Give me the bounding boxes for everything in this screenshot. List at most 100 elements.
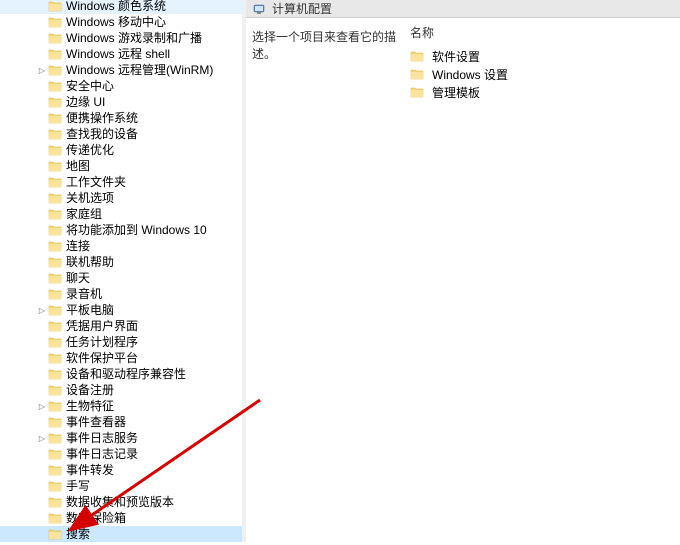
tree-item[interactable]: 设备和驱动程序兼容性 xyxy=(0,366,242,382)
folder-icon xyxy=(48,240,62,252)
folder-icon xyxy=(48,464,62,476)
tree-item-label: 数字保险箱 xyxy=(66,510,126,526)
folder-icon xyxy=(410,50,424,62)
tree-item-label: 凭据用户界面 xyxy=(66,318,138,334)
tree-item[interactable]: 关机选项 xyxy=(0,190,242,206)
tree-item[interactable]: ▷ 平板电脑 xyxy=(0,302,242,318)
tree-item-label: 搜索 xyxy=(66,526,90,542)
tree-item-label: 事件日志服务 xyxy=(66,430,138,446)
folder-icon xyxy=(48,112,62,124)
folder-icon xyxy=(48,80,62,92)
expander-icon[interactable]: ▷ xyxy=(36,432,48,444)
tree-item-label: 连接 xyxy=(66,238,90,254)
tree-item[interactable]: 搜索 xyxy=(0,526,242,542)
folder-icon xyxy=(48,48,62,60)
folder-icon xyxy=(48,160,62,172)
folder-icon xyxy=(48,496,62,508)
tree-item[interactable]: 传递优化 xyxy=(0,142,242,158)
description-column: 选择一个项目来查看它的描述。 xyxy=(246,18,408,542)
tree-item[interactable]: 数据收集和预览版本 xyxy=(0,494,242,510)
folder-icon xyxy=(48,32,62,44)
tree-pane[interactable]: Windows 可靠性分析Windows 客户体验改善计划Windows 日历W… xyxy=(0,0,242,542)
tree-item-label: 家庭组 xyxy=(66,206,102,222)
content-header-title: 计算机配置 xyxy=(272,0,332,17)
tree-item[interactable]: 软件保护平台 xyxy=(0,350,242,366)
expander-icon[interactable]: ▷ xyxy=(36,304,48,316)
folder-icon xyxy=(48,96,62,108)
folder-icon xyxy=(48,224,62,236)
tree-item-label: Windows 游戏录制和广播 xyxy=(66,30,202,46)
tree-item-label: 传递优化 xyxy=(66,142,114,158)
folder-icon xyxy=(48,192,62,204)
tree-item-label: Windows 移动中心 xyxy=(66,14,166,30)
tree-item[interactable]: ▷Windows 远程管理(WinRM) xyxy=(0,62,242,78)
folder-icon xyxy=(48,304,62,316)
expander-icon[interactable]: ▷ xyxy=(36,400,48,412)
tree-item-label: 聊天 xyxy=(66,270,90,286)
folder-icon xyxy=(48,16,62,28)
folder-icon xyxy=(48,320,62,332)
folder-icon xyxy=(48,0,62,12)
tree-item[interactable]: 任务计划程序 xyxy=(0,334,242,350)
content-header: 计算机配置 xyxy=(246,0,680,18)
folder-icon xyxy=(48,528,62,540)
list-item[interactable]: Windows 设置 xyxy=(408,65,680,83)
folder-icon xyxy=(48,432,62,444)
tree-item-label: 手写 xyxy=(66,478,90,494)
tree-item-label: 平板电脑 xyxy=(66,302,114,318)
list-item-label: Windows 设置 xyxy=(432,66,508,83)
tree-item[interactable]: 事件日志记录 xyxy=(0,446,242,462)
column-header-name[interactable]: 名称 xyxy=(408,24,680,47)
tree-item-label: 工作文件夹 xyxy=(66,174,126,190)
tree-item-label: 查找我的设备 xyxy=(66,126,138,142)
expander-icon[interactable]: ▷ xyxy=(36,64,48,76)
tree-item-label: 事件转发 xyxy=(66,462,114,478)
folder-icon xyxy=(48,416,62,428)
tree-item-label: 便携操作系统 xyxy=(66,110,138,126)
tree-item[interactable]: 连接 xyxy=(0,238,242,254)
tree-item-label: Windows 颜色系统 xyxy=(66,0,166,14)
tree-item[interactable]: 录音机 xyxy=(0,286,242,302)
tree-item[interactable]: 事件转发 xyxy=(0,462,242,478)
list-item-label: 软件设置 xyxy=(432,48,480,65)
tree-item[interactable]: 凭据用户界面 xyxy=(0,318,242,334)
tree-item[interactable]: 聊天 xyxy=(0,270,242,286)
tree-item[interactable]: 手写 xyxy=(0,478,242,494)
tree-item[interactable]: Windows 游戏录制和广播 xyxy=(0,30,242,46)
tree-item[interactable]: 事件查看器 xyxy=(0,414,242,430)
list-item[interactable]: 管理模板 xyxy=(408,83,680,101)
tree-item[interactable]: 地图 xyxy=(0,158,242,174)
tree-item-label: 将功能添加到 Windows 10 xyxy=(66,222,207,238)
tree-item[interactable]: 安全中心 xyxy=(0,78,242,94)
tree-item[interactable]: 联机帮助 xyxy=(0,254,242,270)
tree-item[interactable]: 数字保险箱 xyxy=(0,510,242,526)
tree-item-label: 关机选项 xyxy=(66,190,114,206)
tree-item[interactable]: 边缘 UI xyxy=(0,94,242,110)
tree-item[interactable]: 将功能添加到 Windows 10 xyxy=(0,222,242,238)
tree-item-label: 安全中心 xyxy=(66,78,114,94)
tree-item[interactable]: Windows 颜色系统 xyxy=(0,0,242,14)
folder-icon xyxy=(48,352,62,364)
tree-item-label: 生物特征 xyxy=(66,398,114,414)
tree-item[interactable]: Windows 移动中心 xyxy=(0,14,242,30)
tree-item[interactable]: ▷ 生物特征 xyxy=(0,398,242,414)
folder-icon xyxy=(48,256,62,268)
description-text: 选择一个项目来查看它的描述。 xyxy=(252,30,396,61)
tree-item-label: 事件查看器 xyxy=(66,414,126,430)
tree-item[interactable]: 家庭组 xyxy=(0,206,242,222)
tree-item[interactable]: 便携操作系统 xyxy=(0,110,242,126)
tree-item[interactable]: 查找我的设备 xyxy=(0,126,242,142)
tree-item[interactable]: 工作文件夹 xyxy=(0,174,242,190)
tree-item-label: 事件日志记录 xyxy=(66,446,138,462)
folder-icon xyxy=(48,384,62,396)
folder-icon xyxy=(48,288,62,300)
folder-icon xyxy=(410,68,424,80)
tree-item[interactable]: ▷ 事件日志服务 xyxy=(0,430,242,446)
tree-item[interactable]: Windows 远程 shell xyxy=(0,46,242,62)
folder-icon xyxy=(48,480,62,492)
tree-item-label: 任务计划程序 xyxy=(66,334,138,350)
list-item[interactable]: 软件设置 xyxy=(408,47,680,65)
folder-icon xyxy=(48,272,62,284)
tree-item[interactable]: 设备注册 xyxy=(0,382,242,398)
tree-item-label: 软件保护平台 xyxy=(66,350,138,366)
